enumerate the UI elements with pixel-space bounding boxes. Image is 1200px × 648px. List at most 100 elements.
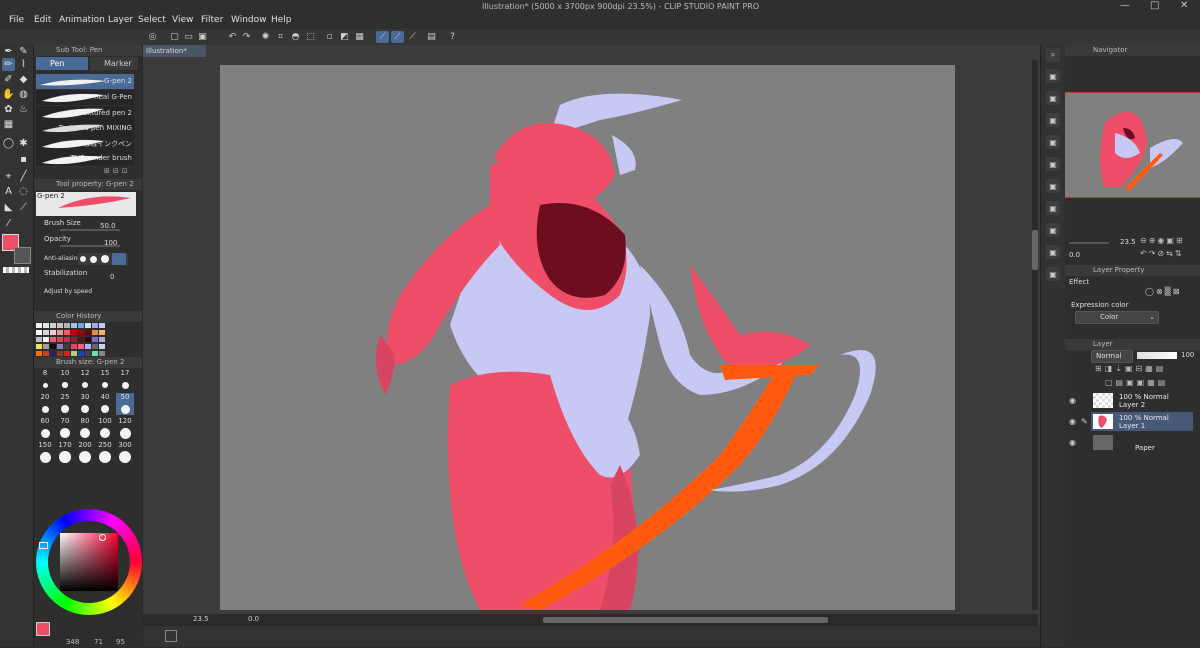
dock-panel-icon[interactable]: ▣ (1046, 157, 1060, 171)
clip-studio-icon[interactable]: ◎ (146, 31, 159, 43)
dock-panel-icon[interactable]: ▣ (1046, 201, 1060, 215)
balloon-icon[interactable]: ◌ (17, 185, 30, 198)
color-history-swatch[interactable] (50, 323, 56, 328)
color-history-swatch[interactable] (57, 323, 63, 328)
color-history-swatch[interactable] (57, 351, 63, 356)
color-history-swatch[interactable] (85, 337, 91, 342)
color-history-swatch[interactable] (36, 323, 42, 328)
color-history-swatch[interactable] (71, 344, 77, 349)
layer-opacity-value[interactable]: 100 (1181, 351, 1194, 359)
deselect-icon[interactable]: ▫ (323, 31, 336, 43)
fill-tool-icon[interactable]: ◍ (17, 88, 30, 101)
color-history-swatch[interactable] (85, 323, 91, 328)
magic-wand-icon[interactable]: ✱ (17, 137, 30, 150)
vertical-scrollbar[interactable] (1032, 60, 1038, 610)
menu-filter[interactable]: Filter (201, 15, 223, 25)
navigator-rotation-value[interactable]: 0.0 (1069, 251, 1080, 259)
stabilization-value[interactable]: 0 (110, 273, 114, 281)
status-zoom-value[interactable]: 23.5 (193, 615, 209, 623)
color-history-swatch[interactable] (92, 337, 98, 342)
layer-row[interactable]: ◉ ✎ 100 % Normal Layer 1 (1069, 412, 1193, 431)
color-history-swatch[interactable] (50, 351, 56, 356)
color-history-swatch[interactable] (71, 330, 77, 335)
layer-row[interactable]: ◉ Paper (1069, 433, 1193, 452)
rotation-buttons[interactable]: ↶↷⊘⇆⇅ (1140, 249, 1184, 258)
undo-icon[interactable]: ↶ (226, 31, 239, 43)
assets-icon[interactable]: ▤ (425, 31, 438, 43)
color-history-swatch[interactable] (99, 337, 105, 342)
saturation-value-square[interactable] (60, 533, 118, 591)
line-icon[interactable]: ╱ (17, 170, 30, 183)
brush-size-value[interactable]: 50.0 (100, 222, 116, 230)
opacity-value[interactable]: 100 (104, 239, 117, 247)
help-icon[interactable]: ? (446, 31, 459, 43)
transparent-color-swatch[interactable] (3, 267, 29, 273)
brush-size-option[interactable]: 10 (56, 369, 74, 391)
zoom-slider[interactable] (1069, 242, 1109, 244)
antialiasing-selector[interactable] (78, 253, 128, 265)
color-history-swatch[interactable] (99, 323, 105, 328)
status-rotation-value[interactable]: 0.0 (248, 615, 259, 623)
brush-size-option[interactable]: 25 (56, 393, 74, 415)
color-history-swatch[interactable] (71, 337, 77, 342)
brush-size-option[interactable]: 250 (96, 441, 114, 463)
navigator-preview[interactable] (1065, 92, 1200, 198)
color-history-swatch[interactable] (36, 351, 42, 356)
blend-mode-dropdown[interactable]: Normal (1091, 350, 1133, 363)
adjust-by-speed-label[interactable]: Adjust by speed (44, 288, 92, 295)
color-history-grid[interactable] (36, 323, 136, 358)
operation-icon[interactable]: ⌖ (2, 170, 15, 183)
snap-ruler-icon[interactable]: ⟋ (376, 31, 389, 43)
redo-icon[interactable]: ↷ (240, 31, 253, 43)
color-history-swatch[interactable] (43, 344, 49, 349)
brush-size-option[interactable]: 30 (76, 393, 94, 415)
save-icon[interactable]: ▣ (196, 31, 209, 43)
brush-size-option[interactable]: 17 (116, 369, 134, 391)
navigator-zoom-value[interactable]: 23.5 (1120, 238, 1136, 246)
eyedropper-icon[interactable]: ⁄ (2, 217, 15, 230)
color-history-swatch[interactable] (99, 351, 105, 356)
color-history-swatch[interactable] (85, 344, 91, 349)
menu-animation[interactable]: Animation (59, 15, 105, 25)
brush-size-option[interactable]: 80 (76, 417, 94, 439)
color-history-swatch[interactable] (71, 323, 77, 328)
horizontal-scroll-thumb[interactable] (543, 617, 828, 623)
layer-opacity-slider[interactable] (1137, 352, 1177, 359)
menu-view[interactable]: View (172, 15, 193, 25)
maximize-button[interactable]: □ (1150, 0, 1159, 11)
color-history-swatch[interactable] (50, 337, 56, 342)
pen-nib-icon[interactable]: ✒ (2, 45, 15, 58)
color-history-swatch[interactable] (64, 351, 70, 356)
color-history-swatch[interactable] (64, 330, 70, 335)
brush-size-option[interactable]: 15 (96, 369, 114, 391)
dock-panel-icon[interactable]: ▣ (1046, 245, 1060, 259)
color-history-swatch[interactable] (99, 330, 105, 335)
color-history-swatch[interactable] (99, 344, 105, 349)
dock-panel-icon[interactable]: ▣ (1046, 267, 1060, 281)
layer-row[interactable]: ◉ 100 % Normal Layer 2 (1069, 391, 1193, 410)
brush-size-option[interactable]: 170 (56, 441, 74, 463)
color-history-swatch[interactable] (92, 344, 98, 349)
brush-size-option[interactable]: 50 (116, 393, 134, 415)
close-button[interactable]: ✕ (1180, 0, 1188, 11)
effect-buttons[interactable]: ◯⊗▒⊠ (1145, 287, 1182, 296)
brush-icon[interactable]: ⌇ (17, 58, 30, 71)
eye-icon[interactable]: ◉ (1069, 417, 1076, 426)
color-history-swatch[interactable] (78, 344, 84, 349)
brush-size-option[interactable]: 12 (76, 369, 94, 391)
gradient-icon[interactable]: ♨ (17, 103, 30, 116)
brush-size-option[interactable]: 300 (116, 441, 134, 463)
color-history-swatch[interactable] (57, 344, 63, 349)
airbrush-icon[interactable]: ✐ (2, 73, 15, 86)
subtool-actions[interactable]: ⊞⊟⊡ (104, 167, 140, 175)
brush-size-option[interactable]: 8 (36, 369, 54, 391)
layer-toolbar-row-1[interactable]: ⊞◨⇣▣⊟▦▤ (1095, 364, 1166, 373)
color-history-swatch[interactable] (85, 351, 91, 356)
frame-icon[interactable]: ▦ (2, 118, 15, 131)
brush-size-option[interactable]: 150 (36, 441, 54, 463)
dock-panel-icon[interactable]: ▣ (1046, 179, 1060, 193)
open-file-icon[interactable]: ▭ (182, 31, 195, 43)
hue-handle[interactable] (39, 542, 48, 549)
color-history-swatch[interactable] (85, 330, 91, 335)
menu-help[interactable]: Help (271, 15, 292, 25)
